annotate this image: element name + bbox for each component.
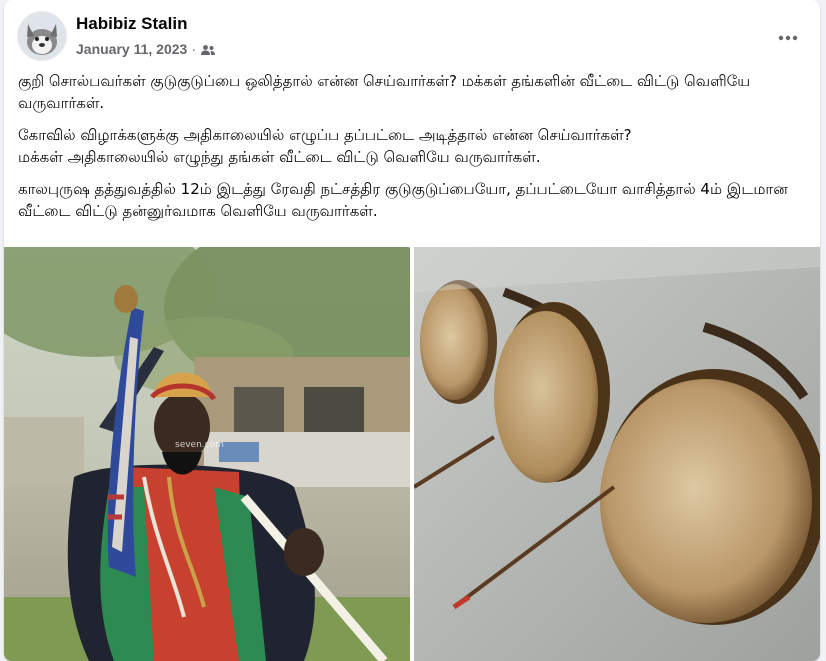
post-paragraph-2: கோவில் விழாக்களுக்கு அதிகாலையில் எழுப்ப …	[18, 126, 632, 144]
post-card: Habibiz Stalin January 11, 2023 · குறி ச	[4, 0, 820, 661]
author-avatar[interactable]	[18, 12, 66, 60]
kudukuduppai-drums-photo[interactable]	[414, 247, 820, 661]
post-meta: January 11, 2023 ·	[76, 40, 216, 58]
meta-separator: ·	[191, 41, 196, 57]
photo-grid: seven.com	[4, 247, 820, 661]
fortune-teller-photo[interactable]: seven.com	[4, 247, 410, 661]
post-date[interactable]: January 11, 2023	[76, 41, 187, 57]
more-options-button[interactable]	[770, 20, 806, 56]
post-paragraph-4: காலபுருஷ தத்துவத்தில் 12ம் இடத்து ரேவதி …	[18, 180, 788, 220]
photo-watermark: seven.com	[175, 440, 224, 450]
more-options-icon	[778, 35, 798, 41]
dog-avatar-icon	[18, 12, 66, 60]
post-header: Habibiz Stalin January 11, 2023 ·	[4, 0, 820, 64]
post-paragraph-1: குறி சொல்பவர்கள் குடுகுடுப்பை ஒலித்தால் …	[18, 72, 751, 112]
post-paragraph-3: மக்கள் அதிகாலையில் எழுந்து தங்கள் வீட்டை…	[18, 148, 541, 166]
post-text: குறி சொல்பவர்கள் குடுகுடுப்பை ஒலித்தால் …	[18, 70, 798, 232]
author-name[interactable]: Habibiz Stalin	[76, 14, 187, 34]
friends-icon[interactable]	[200, 43, 216, 55]
